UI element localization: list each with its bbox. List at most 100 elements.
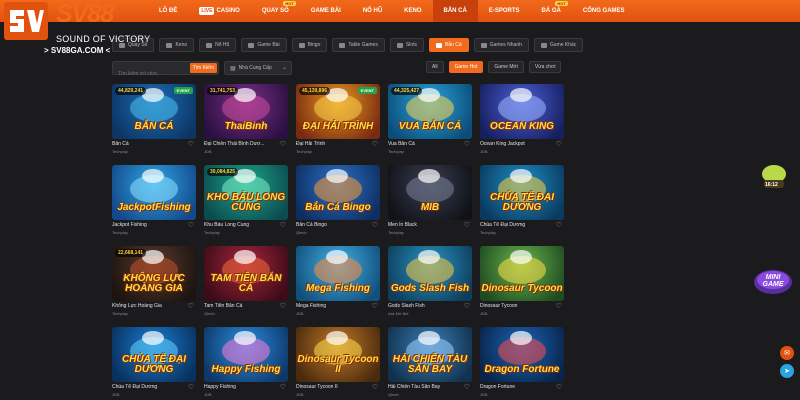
game-thumbnail[interactable]: HẢI CHIẾN TÀU SĂN BAY	[388, 327, 472, 382]
game-card[interactable]: ĐẠI HẢI TRÌNH 45,139,896 EVENT Đại Hải Trìn…	[296, 84, 380, 154]
game-card[interactable]: Gods Slash Fish Gods Slash Fish Ask Me Bet…	[388, 246, 472, 316]
mini-game-widget[interactable]: MINI GAME	[752, 262, 794, 296]
game-thumbnail[interactable]: TAM TIÊN BẮN CÁ	[204, 246, 288, 301]
game-thumbnail[interactable]: Gods Slash Fish	[388, 246, 472, 301]
nav-item-2[interactable]: QUAY SỐ HOT	[251, 0, 300, 22]
game-name[interactable]: Jackpot Fishing	[112, 222, 186, 228]
filter-tab-0[interactable]: All	[426, 61, 444, 73]
category-tab-4[interactable]: Bingo	[291, 38, 328, 52]
favorite-heart-icon[interactable]: ♡	[188, 302, 194, 310]
game-thumbnail[interactable]: JackpotFishing	[112, 165, 196, 220]
game-name[interactable]: Vua Bắn Cá	[388, 141, 462, 147]
game-card[interactable]: KHO BÁU LONG CUNG 30,084,825 Khu Báu Long …	[204, 165, 288, 235]
nav-item-4[interactable]: NỔ HŨ	[352, 0, 393, 22]
favorite-heart-icon[interactable]: ♡	[280, 140, 286, 148]
game-card[interactable]: VUA BẮN CÁ 44,325,427 Vua Bắn Cá Techplay ♡	[388, 84, 472, 154]
game-card[interactable]: MIB Men In Black Techplay ♡	[388, 165, 472, 235]
favorite-heart-icon[interactable]: ♡	[188, 140, 194, 148]
game-card[interactable]: CHÚA TỂ ĐẠI DƯƠNG Chúa Tể Đại Dương JDB ♡	[112, 327, 196, 397]
filter-tab-2[interactable]: Game Mới	[488, 61, 524, 73]
category-tab-3[interactable]: Game Bài	[241, 38, 287, 52]
game-name[interactable]: Gods Slash Fish	[388, 303, 462, 309]
nav-item-5[interactable]: KENO	[393, 0, 432, 22]
nav-item-0[interactable]: LÔ ĐỀ	[148, 0, 188, 22]
chat-icon[interactable]: ✉	[780, 346, 794, 360]
game-thumbnail[interactable]: VUA BẮN CÁ 44,325,427	[388, 84, 472, 139]
favorite-heart-icon[interactable]: ♡	[188, 383, 194, 391]
game-thumbnail[interactable]: BẮN CÁ 44,829,241 EVENT	[112, 84, 196, 139]
game-name[interactable]: Hải Chiến Tàu Săn Bay	[388, 384, 462, 390]
game-name[interactable]: Ocean King Jackpot	[480, 141, 554, 147]
game-thumbnail[interactable]: Happy Fishing	[204, 327, 288, 382]
game-thumbnail[interactable]: ĐẠI HẢI TRÌNH 45,139,896 EVENT	[296, 84, 380, 139]
favorite-heart-icon[interactable]: ♡	[372, 383, 378, 391]
nav-item-3[interactable]: GAME BÀI	[300, 0, 352, 22]
category-tab-7[interactable]: Bắn Cá	[428, 38, 469, 52]
game-card[interactable]: BẮN CÁ 44,829,241 EVENT Bắn Cá Techplay ♡	[112, 84, 196, 154]
game-card[interactable]: TAM TIÊN BẮN CÁ Tam Tiên Bắn Cá Qtech ♡	[204, 246, 288, 316]
game-name[interactable]: Không Lực Hoàng Gia	[112, 303, 186, 309]
game-name[interactable]: Bắn Cá	[112, 141, 186, 147]
game-name[interactable]: Khu Báu Long Cung	[204, 222, 278, 228]
game-thumbnail[interactable]: Dinosaur Tycoon II	[296, 327, 380, 382]
game-name[interactable]: Mega Fishing	[296, 303, 370, 309]
favorite-heart-icon[interactable]: ♡	[556, 140, 562, 148]
favorite-heart-icon[interactable]: ♡	[280, 221, 286, 229]
game-thumbnail[interactable]: CHÚA TỂ ĐẠI DƯƠNG	[112, 327, 196, 382]
nav-item-1[interactable]: LIVE CASINO	[188, 0, 250, 22]
telegram-icon[interactable]: ➤	[780, 364, 794, 378]
game-card[interactable]: JackpotFishing Jackpot Fishing Techplay ♡	[112, 165, 196, 235]
game-thumbnail[interactable]: CHÚA TỂ ĐẠI DƯƠNG	[480, 165, 564, 220]
category-tab-9[interactable]: Game Khác	[533, 38, 584, 52]
provider-select[interactable]: ▦ Nhà Cung Cấp ⌄	[224, 61, 292, 75]
game-thumbnail[interactable]: ThaiBinh 31,741,753	[204, 84, 288, 139]
nav-item-7[interactable]: E-SPORTS	[478, 0, 531, 22]
search-button[interactable]: Tìm Kiếm	[189, 63, 217, 73]
nav-item-8[interactable]: ĐÁ GÀ HOT	[531, 0, 572, 22]
favorite-heart-icon[interactable]: ♡	[464, 383, 470, 391]
game-name[interactable]: Chúa Tể Đại Dương	[112, 384, 186, 390]
game-card[interactable]: Dragon Fortune Dragon Fortune JDB ♡	[480, 327, 564, 397]
game-card[interactable]: Happy Fishing Happy Fishing JDB ♡	[204, 327, 288, 397]
game-name[interactable]: Đại Hải Trình	[296, 141, 370, 147]
game-thumbnail[interactable]: KHÔNG LỰC HOÀNG GIA 22,668,141	[112, 246, 196, 301]
search-input[interactable]	[113, 68, 193, 80]
game-thumbnail[interactable]: Dinosaur Tycoon	[480, 246, 564, 301]
game-name[interactable]: Men In Black	[388, 222, 462, 228]
game-card[interactable]: Mega Fishing Mega Fishing JDB ♡	[296, 246, 380, 316]
category-tab-6[interactable]: Slots	[389, 38, 424, 52]
game-card[interactable]: Dinosaur Tycoon Dinosaur Tycoon JDB ♡	[480, 246, 564, 316]
filter-tab-1[interactable]: Game Hot	[448, 61, 484, 73]
game-name[interactable]: Chúa Tể Đại Dương	[480, 222, 554, 228]
game-thumbnail[interactable]: KHO BÁU LONG CUNG 30,084,825	[204, 165, 288, 220]
game-card[interactable]: HẢI CHIẾN TÀU SĂN BAY Hải Chiến Tàu Săn B…	[388, 327, 472, 397]
game-thumbnail[interactable]: Dragon Fortune	[480, 327, 564, 382]
game-name[interactable]: Tam Tiên Bắn Cá	[204, 303, 278, 309]
favorite-heart-icon[interactable]: ♡	[464, 302, 470, 310]
filter-tab-3[interactable]: Vừa chơi	[528, 61, 562, 73]
category-tab-5[interactable]: Table Games	[332, 38, 385, 52]
favorite-heart-icon[interactable]: ♡	[556, 302, 562, 310]
game-thumbnail[interactable]: MIB	[388, 165, 472, 220]
favorite-heart-icon[interactable]: ♡	[464, 221, 470, 229]
favorite-heart-icon[interactable]: ♡	[556, 383, 562, 391]
favorite-heart-icon[interactable]: ♡	[372, 140, 378, 148]
logo[interactable]: SV88 SOUND OF VICTORY > SV88GA.COM <	[0, 0, 150, 62]
game-name[interactable]: Happy Fishing	[204, 384, 278, 390]
nav-item-9[interactable]: CỔNG GAMES	[572, 0, 636, 22]
game-name[interactable]: Bắn Cá Bingo	[296, 222, 370, 228]
favorite-heart-icon[interactable]: ♡	[280, 383, 286, 391]
game-name[interactable]: Dragon Fortune	[480, 384, 554, 390]
favorite-heart-icon[interactable]: ♡	[188, 221, 194, 229]
game-thumbnail[interactable]: OCEAN KING	[480, 84, 564, 139]
game-card[interactable]: KHÔNG LỰC HOÀNG GIA 22,668,141 Không Lực H…	[112, 246, 196, 316]
game-thumbnail[interactable]: Mega Fishing	[296, 246, 380, 301]
category-tab-8[interactable]: Games Nhanh	[473, 38, 529, 52]
game-name[interactable]: Dinosaur Tycoon	[480, 303, 554, 309]
favorite-heart-icon[interactable]: ♡	[556, 221, 562, 229]
game-card[interactable]: Dinosaur Tycoon II Dinosaur Tycoon II JDB ♡	[296, 327, 380, 397]
favorite-heart-icon[interactable]: ♡	[372, 302, 378, 310]
favorite-heart-icon[interactable]: ♡	[280, 302, 286, 310]
game-card[interactable]: Bắn Cá Bingo Bắn Cá Bingo Qtech ♡	[296, 165, 380, 235]
favorite-heart-icon[interactable]: ♡	[464, 140, 470, 148]
